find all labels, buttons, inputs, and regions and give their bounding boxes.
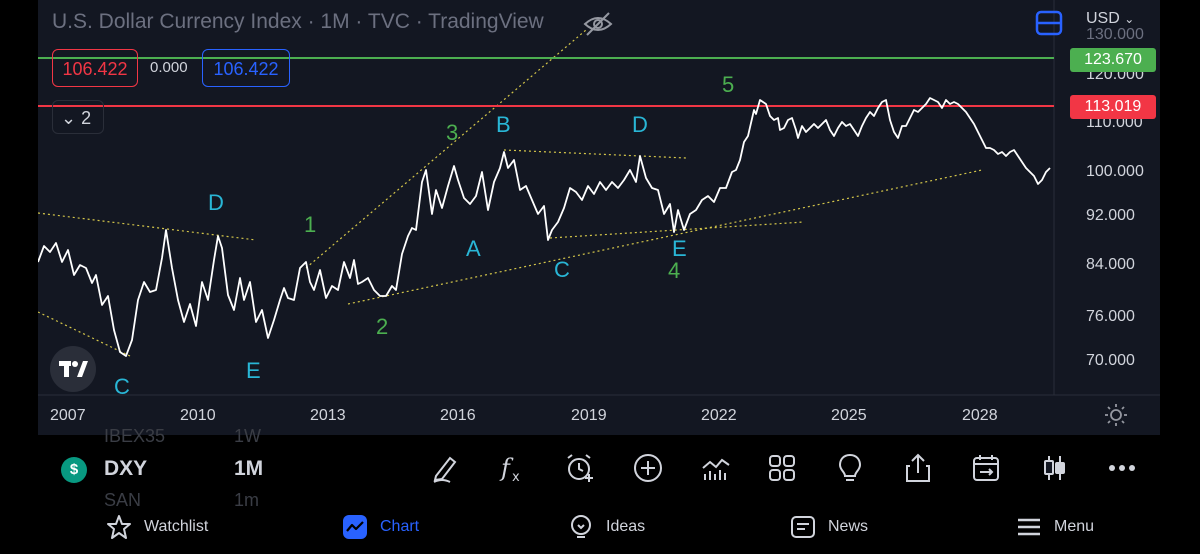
trendline-triangle-top (503, 149, 687, 159)
svg-text:x: x (512, 470, 520, 484)
interval-selector[interactable]: 1M (234, 457, 263, 481)
chart-icon (343, 515, 367, 539)
menu-icon (1018, 518, 1040, 536)
nav-news[interactable]: News (790, 509, 868, 545)
nav-label: News (828, 518, 869, 535)
calendar-icon[interactable] (970, 452, 1002, 484)
eye-off-icon[interactable] (582, 10, 614, 38)
price-scale-label: 100.000 (1086, 163, 1144, 180)
price-line (38, 97, 1051, 357)
wave-label: E (246, 358, 261, 383)
alarm-icon[interactable] (564, 452, 596, 484)
chart-area[interactable]: U.S. Dollar Currency Index · 1M · TVC · … (38, 0, 1160, 435)
wave-label: 5 (722, 72, 735, 97)
sun-icon[interactable] (1104, 403, 1128, 427)
wave-label: 3 (446, 120, 459, 145)
collapse-count: 2 (81, 108, 92, 128)
time-scale-label: 2007 (50, 407, 86, 424)
nav-label: Ideas (606, 518, 646, 535)
lightbulb-icon[interactable] (834, 452, 866, 484)
trendline-upper-left (38, 212, 257, 241)
chart-title: U.S. Dollar Currency Index · 1M · TVC · … (52, 10, 544, 33)
nav-label: Watchlist (144, 518, 209, 535)
pen-icon[interactable] (430, 452, 462, 484)
time-scale-label: 2016 (440, 407, 476, 424)
chevron-down-icon: ⌄ (1124, 12, 1135, 26)
wave-label: B (496, 112, 511, 137)
wave-label: C (114, 374, 130, 399)
chevron-down-icon: ⌄ (61, 108, 77, 128)
wave-label: 1 (304, 212, 317, 237)
more-icon[interactable] (1106, 452, 1138, 484)
sell-price-button[interactable]: 106.422 (52, 49, 138, 87)
wave-label: A (466, 236, 481, 261)
buy-price-button[interactable]: 106.422 (202, 49, 290, 87)
wave-label: D (632, 112, 648, 137)
price-scale-label: 70.000 (1086, 352, 1135, 369)
ghost-interval: 1W (234, 426, 261, 446)
wave-label: E (672, 236, 687, 261)
price-scale-label: 76.000 (1086, 308, 1135, 325)
plus-circle-icon[interactable] (632, 452, 664, 484)
time-scale-label: 2022 (701, 407, 737, 424)
price-scale-label: 130.000 (1086, 26, 1144, 43)
wave-label: D (208, 190, 224, 215)
green-level-tag: 123.670 (1070, 48, 1156, 72)
nav-menu[interactable]: Menu (1016, 509, 1094, 545)
wave-label: C (554, 257, 570, 282)
price-scale-label: 92.000 (1086, 207, 1135, 224)
nav-ideas[interactable]: Ideas (568, 509, 645, 545)
nav-label: Menu (1054, 518, 1095, 535)
ghost-symbol: IBEX35 (104, 426, 166, 446)
trendline-wave3 (305, 29, 587, 269)
time-scale-label: 2019 (571, 407, 607, 424)
symbol-selector[interactable]: DXY (104, 457, 147, 481)
nav-chart[interactable]: Chart (342, 509, 419, 545)
share-icon[interactable] (902, 452, 934, 484)
time-scale-label: 2028 (962, 407, 998, 424)
time-scale-label: 2013 (310, 407, 346, 424)
price-scale-label: 84.000 (1086, 256, 1135, 273)
grid-icon[interactable] (766, 452, 798, 484)
candles-icon[interactable] (1038, 452, 1070, 484)
news-icon (791, 516, 815, 538)
nav-label: Chart (380, 518, 420, 535)
trendline-base (347, 169, 983, 305)
red-level-tag: 113.019 (1070, 95, 1156, 119)
tradingview-logo (50, 346, 96, 392)
spread-value: 0.000 (150, 59, 188, 76)
indicators-collapse-button[interactable]: ⌄ 2 (52, 100, 104, 134)
nav-watchlist[interactable]: Watchlist (106, 509, 208, 545)
star-icon (107, 515, 131, 539)
ideas-icon (571, 515, 591, 538)
dollar-icon: $ (61, 457, 87, 483)
currency-label: USD (1086, 10, 1120, 27)
toolbar (0, 437, 1200, 503)
layout-icon[interactable] (1034, 8, 1064, 38)
indicator-icon[interactable] (700, 452, 732, 484)
function-icon[interactable]: f x (496, 452, 528, 484)
time-scale-label: 2010 (180, 407, 216, 424)
time-scale-label: 2025 (831, 407, 867, 424)
wave-label: 2 (376, 314, 389, 339)
